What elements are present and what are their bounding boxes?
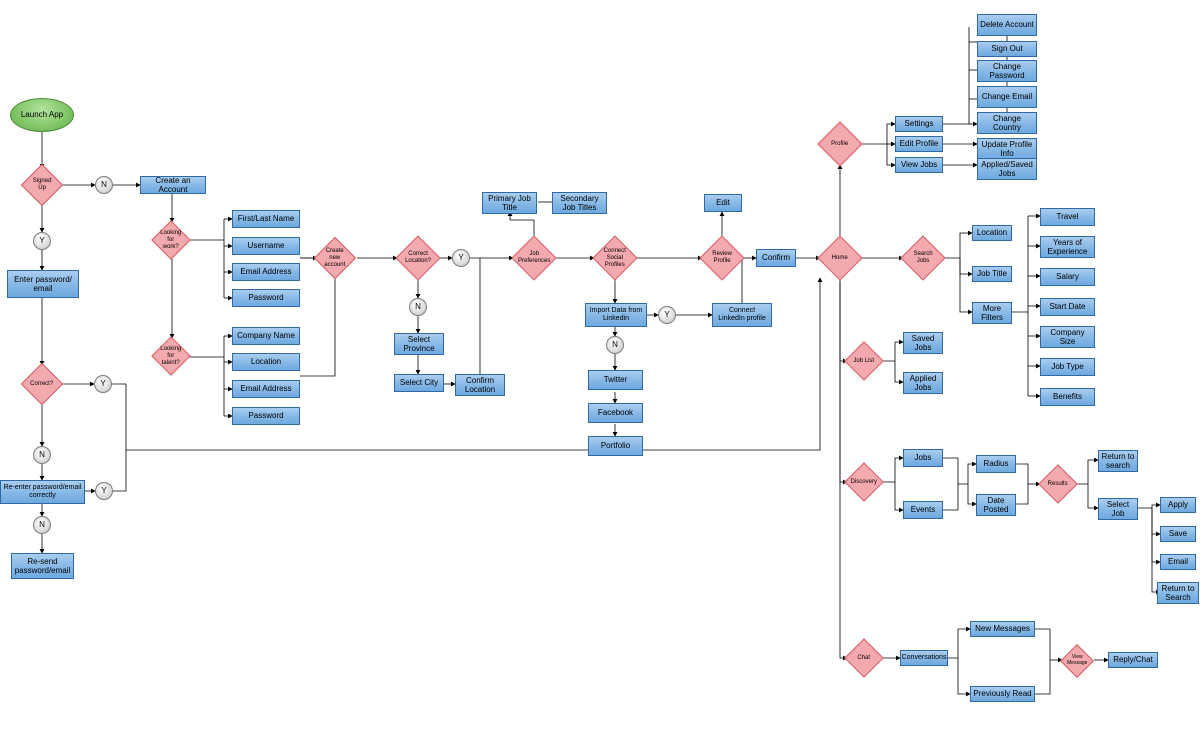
process-search-job-title: Job Title	[972, 266, 1012, 282]
filter-company-size: Company Size	[1040, 326, 1095, 348]
field-company-location: Location	[232, 353, 300, 371]
process-previously-read: Previously Read	[970, 686, 1035, 702]
connector-location-yes: Y	[452, 249, 470, 267]
decision-chat: Chat	[844, 638, 884, 678]
process-delete-account: Delete Account	[977, 14, 1037, 36]
process-import-linkedin: Import Data from Linkedin	[585, 303, 647, 327]
process-save: Save	[1160, 526, 1196, 542]
field-company-email: Email Address	[232, 380, 300, 398]
process-new-messages: New Messages	[970, 621, 1035, 637]
process-action-email: Email	[1160, 554, 1196, 570]
connector-reenter-yes: Y	[95, 482, 113, 500]
process-twitter: Twitter	[588, 370, 643, 390]
decision-correct: Correct?	[21, 363, 63, 405]
connector-location-no: N	[409, 298, 427, 316]
decision-results: Results	[1038, 464, 1078, 504]
process-settings: Settings	[895, 116, 943, 132]
process-change-password: Change Password	[977, 60, 1037, 82]
process-change-country: Change Country	[977, 112, 1037, 134]
start-label: Launch App	[21, 110, 63, 119]
process-create-account: Create an Account	[140, 176, 206, 194]
decision-discovery: Discovery	[844, 462, 884, 502]
process-facebook: Facebook	[588, 403, 643, 423]
decision-search-jobs: Search Jobs	[900, 235, 945, 280]
process-search-location: Location	[972, 225, 1012, 241]
process-select-job: Select Job	[1098, 498, 1138, 520]
connector-linkedin-yes: Y	[658, 306, 676, 324]
process-sign-out: Sign Out	[977, 41, 1037, 57]
connector-correct-yes: Y	[94, 375, 112, 393]
start-launch-app: Launch App	[10, 98, 74, 132]
process-view-jobs: View Jobs	[895, 157, 943, 173]
connector-reenter-no: N	[33, 516, 51, 534]
connector-correct-no: N	[33, 446, 51, 464]
decision-view-message: View Message	[1060, 644, 1094, 678]
process-return-search-2: Return to Search	[1157, 582, 1199, 604]
filter-salary: Salary	[1040, 268, 1095, 286]
process-reply-chat: Reply/Chat	[1108, 652, 1158, 668]
field-company-name: Company Name	[232, 327, 300, 345]
process-resend: Re-send password/email	[11, 553, 74, 579]
process-applied-jobs: Applied Jobs	[903, 372, 943, 394]
process-apply: Apply	[1160, 497, 1196, 513]
process-update-profile-info: Update Profile Info	[977, 138, 1037, 160]
process-more-filters: More Filters	[972, 302, 1012, 324]
process-discovery-jobs: Jobs	[903, 449, 943, 467]
process-select-city: Select City	[394, 374, 444, 392]
field-email: Email Address	[232, 263, 300, 281]
correct-label: Correct?	[30, 381, 54, 388]
process-secondary-job-titles: Secondary Job Titles	[552, 192, 607, 214]
filter-years: Years of Experience	[1040, 236, 1095, 258]
connector-signed-up-yes: Y	[33, 232, 51, 250]
filter-benefits: Benefits	[1040, 388, 1095, 406]
filter-job-type: Job Type	[1040, 358, 1095, 376]
process-return-search: Return to search	[1098, 450, 1138, 472]
process-confirm-location: Confirm Location	[455, 374, 505, 396]
filter-travel: Travel	[1040, 208, 1095, 226]
decision-create-new-account: Create new account	[314, 237, 356, 279]
field-company-password: Password	[232, 407, 300, 425]
process-conversations: Conversations	[900, 650, 948, 666]
decision-job-preferences: Job Preferences	[511, 235, 556, 280]
decision-signed-up: Signed Up	[21, 164, 63, 206]
process-edit-profile: Edit Profile	[895, 136, 943, 152]
signed-up-label: Signed Up	[30, 178, 54, 192]
process-saved-jobs: Saved Jobs	[903, 332, 943, 354]
decision-job-list: Job List	[844, 341, 884, 381]
decision-correct-location: Correct Location?	[395, 235, 440, 280]
process-reenter: Re-enter password/email correctly	[0, 480, 85, 504]
process-portfolio: Portfolio	[588, 436, 643, 456]
decision-review-profile: Review Profile	[699, 235, 744, 280]
field-first-last-name: First/Last Name	[232, 210, 300, 228]
process-confirm: Confirm	[756, 249, 796, 267]
connector-linkedin-no: N	[606, 336, 624, 354]
process-change-email: Change Email	[977, 86, 1037, 108]
process-radius: Radius	[976, 455, 1016, 473]
filter-start-date: Start Date	[1040, 298, 1095, 316]
process-primary-job-title: Primary Job Title	[482, 192, 537, 214]
connector-signed-up-no: N	[95, 176, 113, 194]
decision-looking-talent: Looking for talent?	[151, 336, 191, 376]
process-discovery-events: Events	[903, 501, 943, 519]
process-connect-linkedin: Connect LinkedIn profile	[712, 303, 772, 327]
field-username: Username	[232, 237, 300, 255]
field-password: Password	[232, 289, 300, 307]
process-enter-creds: Enter password/ email	[7, 270, 79, 298]
decision-home: Home	[817, 235, 862, 280]
decision-looking-work: Looking for work?	[151, 220, 191, 260]
process-edit: Edit	[704, 194, 742, 212]
process-select-province: Select Province	[394, 333, 444, 355]
process-date-posted: Date Posted	[976, 494, 1016, 516]
decision-profile: Profile	[817, 121, 862, 166]
decision-connect-social: Connect Social Profiles	[592, 235, 637, 280]
process-applied-saved-jobs: Applied/Saved Jobs	[977, 158, 1037, 180]
